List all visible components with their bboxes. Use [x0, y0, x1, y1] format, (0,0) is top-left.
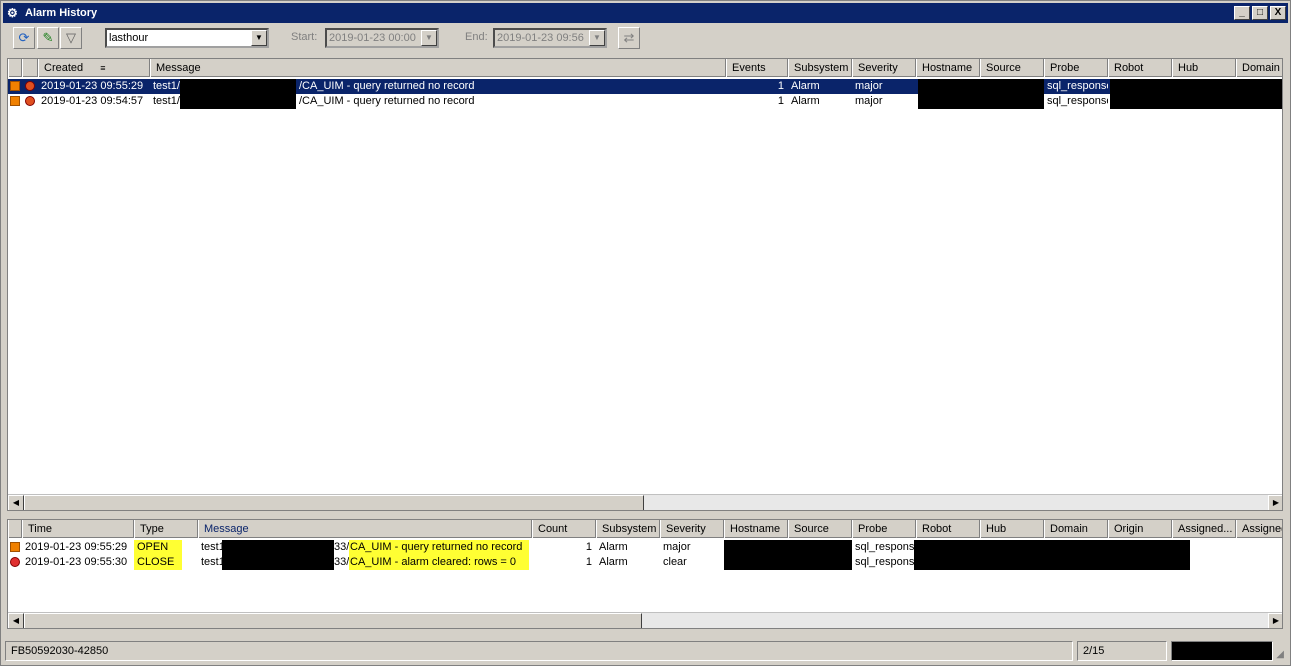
edit-button[interactable]: ✎: [37, 27, 59, 49]
header-domain[interactable]: Domain: [1044, 520, 1108, 538]
close-button[interactable]: X: [1270, 6, 1286, 20]
header-hub[interactable]: Hub: [1172, 59, 1236, 77]
header-hostname[interactable]: Hostname: [724, 520, 788, 538]
header-severity[interactable]: Severity: [660, 520, 724, 538]
end-label: End:: [465, 31, 488, 43]
maximize-button[interactable]: □: [1252, 6, 1268, 20]
apply-button[interactable]: ⇄: [618, 27, 640, 49]
header-message[interactable]: Message: [198, 520, 532, 538]
header-severity[interactable]: Severity: [852, 59, 916, 77]
edit-icon: ✎: [42, 30, 54, 45]
redacted-block: [1110, 79, 1282, 109]
start-date-value: 2019-01-23 00:00: [329, 32, 416, 44]
scroll-thumb[interactable]: [24, 613, 642, 628]
alarm-detail-grid: Time Type Message Count Subsystem Severi…: [7, 519, 1283, 629]
chevron-down-icon[interactable]: ▼: [251, 30, 267, 46]
status-redacted: [1171, 641, 1273, 661]
header-time[interactable]: Time: [22, 520, 134, 538]
header-probe[interactable]: Probe: [852, 520, 916, 538]
major-severity-icon: [10, 81, 20, 91]
header-assigned-by[interactable]: Assigned...: [1172, 520, 1236, 538]
end-date-value: 2019-01-23 09:56: [497, 32, 584, 44]
header-created[interactable]: Created ≡: [38, 59, 150, 77]
status-id: FB50592030-42850: [5, 641, 1073, 661]
refresh-icon: ⟳: [18, 30, 30, 45]
header-message[interactable]: Message: [150, 59, 726, 77]
horizontal-scrollbar[interactable]: ◀ ▶: [8, 612, 1282, 628]
header-events[interactable]: Events: [726, 59, 788, 77]
end-date-picker[interactable]: 2019-01-23 09:56 ▼: [493, 28, 607, 48]
go-icon: ⇄: [623, 30, 635, 45]
header-subsystem[interactable]: Subsystem: [788, 59, 852, 77]
status-bar: FB50592030-42850 2/15 ◢: [3, 641, 1288, 663]
status-page: 2/15: [1077, 641, 1167, 661]
scroll-right-button[interactable]: ▶: [1268, 495, 1282, 510]
app-icon: ⚙: [7, 6, 18, 20]
refresh-button[interactable]: ⟳: [13, 27, 35, 49]
header-hostname[interactable]: Hostname: [916, 59, 980, 77]
major-severity-icon: [10, 96, 20, 106]
scroll-thumb[interactable]: [24, 495, 644, 510]
period-select[interactable]: lasthour ▼: [105, 28, 269, 48]
chevron-down-icon[interactable]: ▼: [589, 30, 605, 46]
window-title: Alarm History: [25, 7, 98, 19]
header-origin[interactable]: Origin: [1108, 520, 1172, 538]
minimize-button[interactable]: _: [1234, 6, 1250, 20]
header-type[interactable]: Type: [134, 520, 198, 538]
start-label: Start:: [291, 31, 318, 43]
alarm-state-icon: [25, 81, 35, 91]
alarm-state-icon: [25, 96, 35, 106]
header-robot[interactable]: Robot: [1108, 59, 1172, 77]
redacted-block: [724, 540, 852, 570]
chevron-down-icon[interactable]: ▼: [421, 30, 437, 46]
redacted-block: [222, 540, 334, 570]
redacted-block: [180, 79, 296, 109]
redacted-block: [918, 79, 1044, 109]
resize-grip-icon[interactable]: ◢: [1276, 649, 1284, 660]
header-assigned-to[interactable]: Assigned: [1236, 520, 1282, 538]
redacted-block: [914, 540, 1190, 570]
header-domain[interactable]: Domain: [1236, 59, 1282, 77]
sort-icon: ≡: [100, 63, 106, 73]
close-alarm-icon: [10, 557, 20, 567]
header-subsystem[interactable]: Subsystem: [596, 520, 660, 538]
header-icon-col[interactable]: [8, 59, 22, 77]
alarm-detail-header: Time Type Message Count Subsystem Severi…: [8, 520, 1282, 538]
header-icon-col[interactable]: [8, 520, 22, 538]
header-probe[interactable]: Probe: [1044, 59, 1108, 77]
open-alarm-icon: [10, 542, 20, 552]
horizontal-scrollbar[interactable]: ◀ ▶: [8, 494, 1282, 510]
header-icon-col2[interactable]: [22, 59, 38, 77]
scroll-left-button[interactable]: ◀: [8, 495, 24, 510]
toolbar: ⟳ ✎ ▽ lasthour ▼ Start: 2019-01-23 00:00…: [3, 25, 1288, 53]
filter-button[interactable]: ▽: [60, 27, 82, 49]
alarm-history-window: ⚙ Alarm History _ □ X ⟳ ✎ ▽ lasthour ▼ S…: [0, 0, 1291, 666]
scroll-right-button[interactable]: ▶: [1268, 613, 1282, 628]
header-robot[interactable]: Robot: [916, 520, 980, 538]
start-date-picker[interactable]: 2019-01-23 00:00 ▼: [325, 28, 439, 48]
header-hub[interactable]: Hub: [980, 520, 1044, 538]
alarm-list-grid: Created ≡ Message Events Subsystem Sever…: [7, 58, 1283, 511]
header-source[interactable]: Source: [980, 59, 1044, 77]
alarm-list-header: Created ≡ Message Events Subsystem Sever…: [8, 59, 1282, 77]
period-value: lasthour: [109, 32, 149, 44]
title-bar: ⚙ Alarm History _ □ X: [3, 3, 1288, 23]
filter-icon: ▽: [66, 30, 76, 45]
scroll-left-button[interactable]: ◀: [8, 613, 24, 628]
header-count[interactable]: Count: [532, 520, 596, 538]
header-source[interactable]: Source: [788, 520, 852, 538]
